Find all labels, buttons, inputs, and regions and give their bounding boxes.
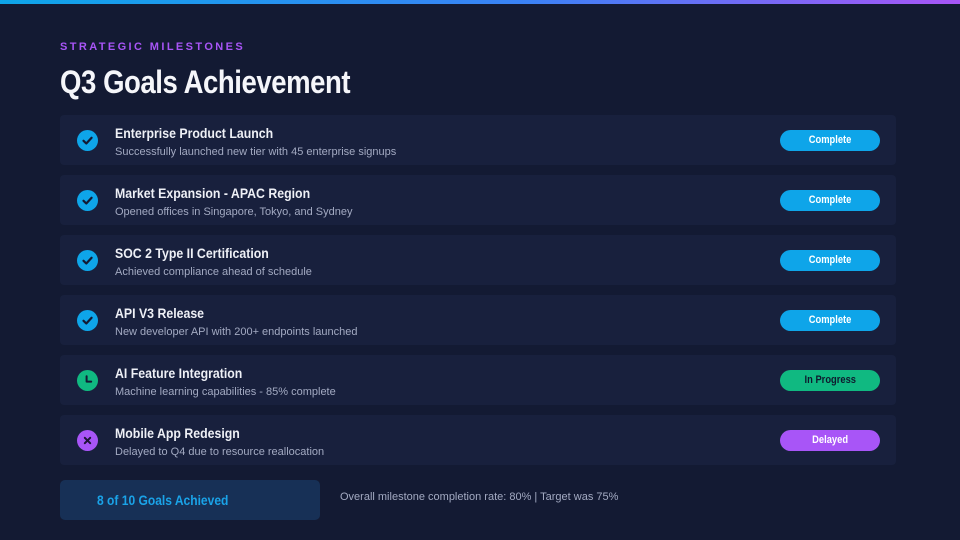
goal-title: SOC 2 Type II Certification bbox=[115, 245, 269, 261]
status-badge-label: In Progress bbox=[804, 374, 856, 386]
goal-title: Enterprise Product Launch bbox=[115, 125, 274, 141]
goal-description: New developer API with 200+ endpoints la… bbox=[115, 326, 358, 338]
summary-box: 8 of 10 Goals Achieved bbox=[60, 480, 320, 520]
status-badge-label: Complete bbox=[808, 194, 852, 206]
status-badge-label: Complete bbox=[808, 314, 852, 326]
status-badge: Complete bbox=[780, 310, 880, 331]
status-badge: Delayed bbox=[780, 430, 880, 451]
goal-title: Mobile App Redesign bbox=[115, 425, 240, 441]
goal-description: Delayed to Q4 due to resource reallocati… bbox=[115, 446, 325, 458]
status-badge: Complete bbox=[780, 130, 880, 151]
goal-description: Achieved compliance ahead of schedule bbox=[115, 266, 312, 278]
goal-description: Machine learning capabilities - 85% comp… bbox=[115, 386, 336, 398]
goals-achieved-label: 8 of 10 Goals Achieved bbox=[97, 492, 229, 508]
check-icon bbox=[77, 130, 98, 151]
goal-title: Market Expansion - APAC Region bbox=[115, 185, 311, 201]
section-eyebrow: STRATEGIC MILESTONES bbox=[60, 41, 246, 53]
goal-row: AI Feature Integration Machine learning … bbox=[60, 355, 896, 405]
goal-row: Market Expansion - APAC Region Opened of… bbox=[60, 175, 896, 225]
goal-row: Enterprise Product Launch Successfully l… bbox=[60, 115, 896, 165]
clock-icon bbox=[77, 370, 98, 391]
check-icon bbox=[77, 310, 98, 331]
status-badge-label: Delayed bbox=[812, 434, 848, 446]
goals-list: Enterprise Product Launch Successfully l… bbox=[60, 115, 896, 475]
check-icon bbox=[77, 190, 98, 211]
check-icon bbox=[77, 250, 98, 271]
page-title: Q3 Goals Achievement bbox=[60, 64, 351, 100]
completion-rate-text: Overall milestone completion rate: 80% |… bbox=[340, 491, 619, 503]
goal-description: Successfully launched new tier with 45 e… bbox=[115, 146, 397, 158]
goal-row: Mobile App Redesign Delayed to Q4 due to… bbox=[60, 415, 896, 465]
goal-row: API V3 Release New developer API with 20… bbox=[60, 295, 896, 345]
goal-description: Opened offices in Singapore, Tokyo, and … bbox=[115, 206, 353, 218]
goal-row: SOC 2 Type II Certification Achieved com… bbox=[60, 235, 896, 285]
goal-title: API V3 Release bbox=[115, 305, 205, 321]
top-accent-bar bbox=[0, 0, 960, 4]
status-badge-label: Complete bbox=[808, 134, 852, 146]
status-badge: Complete bbox=[780, 250, 880, 271]
status-badge: Complete bbox=[780, 190, 880, 211]
status-badge-label: Complete bbox=[808, 254, 852, 266]
goal-title: AI Feature Integration bbox=[115, 365, 243, 381]
x-icon bbox=[77, 430, 98, 451]
status-badge: In Progress bbox=[780, 370, 880, 391]
